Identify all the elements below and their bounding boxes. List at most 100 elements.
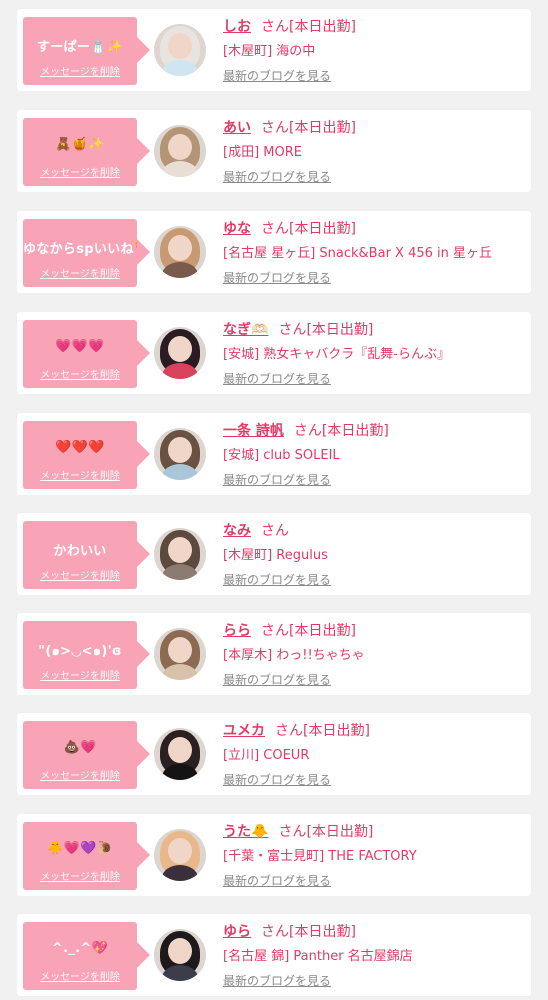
cast-name-link[interactable]: しお	[223, 19, 251, 35]
honorific: さん	[278, 824, 307, 840]
message-card: ゆなからspいいね💘🎀 メッセージを削除 ゆなさん[本日出勤] [名古屋 星ヶ丘…	[17, 211, 531, 293]
message-card: かわいい メッセージを削除 なみ さん [木屋町] Regulus 最新のブログを…	[17, 513, 531, 595]
message-bubble: 💗💗💗 メッセージを削除	[23, 320, 150, 388]
shop-name: [立川] COEUR	[223, 748, 310, 763]
message-text: 💩💗	[63, 740, 97, 755]
message-text: 🐥💗💜🐌	[47, 841, 113, 856]
delete-message-link[interactable]: メッセージを削除	[23, 467, 137, 482]
latest-blog-link[interactable]: 最新のブログを見る	[223, 671, 331, 688]
latest-blog-link[interactable]: 最新のブログを見る	[223, 872, 331, 889]
avatar[interactable]	[154, 528, 206, 580]
delete-message-link[interactable]: メッセージを削除	[23, 667, 137, 682]
attendance-status: [本日出勤]	[289, 623, 356, 639]
avatar-face	[168, 235, 192, 261]
message-text: すーぱー🧂✨	[36, 40, 124, 55]
shop-name: [安城] club SOLEIL	[223, 448, 340, 463]
cast-name-link[interactable]: ゆな	[223, 221, 251, 237]
latest-blog-link[interactable]: 最新のブログを見る	[223, 571, 331, 588]
message-bubble: 🐥💗💜🐌 メッセージを削除	[23, 822, 150, 890]
message-bubble: ❤️❤️❤️ メッセージを削除	[23, 421, 150, 489]
honorific: さん	[261, 623, 289, 639]
avatar[interactable]	[154, 125, 206, 177]
message-text: ゆなからspいいね💘🎀	[23, 242, 137, 257]
honorific: さん	[261, 120, 289, 136]
message-card: ❤️❤️❤️ メッセージを削除 一条 詩帆 さん[本日出勤] [安城] club …	[17, 413, 531, 495]
name-line: あい さん[本日出勤]	[223, 117, 356, 137]
name-line: ゆな さん[本日出勤]	[223, 218, 356, 238]
cast-name-link[interactable]: なぎ🫶🏻	[223, 322, 268, 338]
avatar[interactable]	[154, 829, 206, 881]
cast-name-link[interactable]: うた🐥	[223, 824, 268, 840]
avatar-face	[168, 437, 192, 463]
message-card: 💗💗💗 メッセージを削除 なぎ🫶🏻 さん[本日出勤] [安城] 熟女キャバクラ『乱…	[17, 312, 531, 394]
avatar-face	[168, 737, 192, 763]
cast-name-link[interactable]: ゆら	[223, 924, 251, 940]
latest-blog-link[interactable]: 最新のブログを見る	[223, 972, 331, 989]
avatar[interactable]	[154, 728, 206, 780]
attendance-status: [本日出勤]	[303, 723, 370, 739]
shop-name: [名古屋 星ヶ丘] Snack&Bar X 456 in 星ヶ丘	[223, 246, 493, 261]
delete-message-link[interactable]: メッセージを削除	[23, 868, 137, 883]
cast-name-link[interactable]: なみ	[223, 523, 251, 539]
delete-message-link[interactable]: メッセージを削除	[23, 63, 137, 78]
honorific: さん	[261, 221, 289, 237]
delete-message-link[interactable]: メッセージを削除	[23, 366, 137, 381]
honorific: さん	[293, 423, 322, 439]
message-text: 🧸🍯✨	[55, 137, 105, 152]
avatar[interactable]	[154, 24, 206, 76]
avatar-face	[168, 637, 192, 663]
attendance-status: [本日出勤]	[289, 924, 356, 940]
message-text: かわいい	[53, 544, 107, 559]
attendance-status: [本日出勤]	[289, 221, 356, 237]
avatar[interactable]	[154, 226, 206, 278]
message-bubble: ゆなからspいいね💘🎀 メッセージを削除	[23, 219, 150, 287]
message-bubble: 💩💗 メッセージを削除	[23, 721, 150, 789]
name-line: なぎ🫶🏻 さん[本日出勤]	[223, 319, 373, 339]
shop-name: [千葉・富士見町] THE FACTORY	[223, 849, 417, 864]
name-line: ゆら さん[本日出勤]	[223, 921, 356, 941]
latest-blog-link[interactable]: 最新のブログを見る	[223, 67, 331, 84]
cast-name-link[interactable]: ユメカ	[223, 723, 265, 739]
attendance-status: [本日出勤]	[306, 322, 374, 338]
shop-name: [木屋町] Regulus	[223, 548, 328, 563]
message-card: "(๑>◡<๑)'ɞ メッセージを削除 らら さん[本日出勤] [本厚木] わっ!…	[17, 613, 531, 695]
message-text: ❤️❤️❤️	[55, 440, 105, 455]
name-line: ユメカ さん[本日出勤]	[223, 720, 370, 740]
avatar-face	[168, 336, 192, 362]
latest-blog-link[interactable]: 最新のブログを見る	[223, 269, 331, 286]
message-card: 🧸🍯✨ メッセージを削除 あい さん[本日出勤] [成田] MORE 最新のブログ…	[17, 110, 531, 192]
shop-name: [成田] MORE	[223, 145, 302, 160]
delete-message-link[interactable]: メッセージを削除	[23, 567, 137, 582]
delete-message-link[interactable]: メッセージを削除	[23, 767, 137, 782]
avatar-face	[168, 134, 192, 160]
honorific: さん	[261, 924, 289, 940]
avatar[interactable]	[154, 929, 206, 981]
delete-message-link[interactable]: メッセージを削除	[23, 265, 137, 280]
honorific: さん	[278, 322, 307, 338]
avatar[interactable]	[154, 428, 206, 480]
latest-blog-link[interactable]: 最新のブログを見る	[223, 168, 331, 185]
latest-blog-link[interactable]: 最新のブログを見る	[223, 370, 331, 387]
message-bubble: "(๑>◡<๑)'ɞ メッセージを削除	[23, 621, 150, 689]
message-list: すーぱー🧂✨ メッセージを削除 しお さん[本日出勤] [木屋町] 海の中 最新の…	[0, 0, 548, 1000]
shop-name: [名古屋 錦] Panther 名古屋錦店	[223, 949, 413, 964]
message-bubble: すーぱー🧂✨ メッセージを削除	[23, 17, 150, 85]
avatar-face	[168, 938, 192, 964]
honorific: さん	[261, 19, 289, 35]
name-line: 一条 詩帆 さん[本日出勤]	[223, 420, 389, 440]
cast-name-link[interactable]: らら	[223, 623, 251, 639]
avatar-face	[168, 33, 192, 59]
latest-blog-link[interactable]: 最新のブログを見る	[223, 771, 331, 788]
avatar[interactable]	[154, 327, 206, 379]
attendance-status: [本日出勤]	[321, 423, 389, 439]
delete-message-link[interactable]: メッセージを削除	[23, 968, 137, 983]
cast-name-link[interactable]: あい	[223, 120, 251, 136]
avatar[interactable]	[154, 628, 206, 680]
shop-name: [安城] 熟女キャバクラ『乱舞-らんぶ』	[223, 347, 450, 362]
cast-name-link[interactable]: 一条 詩帆	[223, 423, 284, 439]
message-card: 💩💗 メッセージを削除 ユメカ さん[本日出勤] [立川] COEUR 最新のブロ…	[17, 713, 531, 795]
attendance-status: [本日出勤]	[306, 824, 374, 840]
latest-blog-link[interactable]: 最新のブログを見る	[223, 471, 331, 488]
message-card: ^._.^💖 メッセージを削除 ゆら さん[本日出勤] [名古屋 錦] Panth…	[17, 914, 531, 996]
delete-message-link[interactable]: メッセージを削除	[23, 164, 137, 179]
